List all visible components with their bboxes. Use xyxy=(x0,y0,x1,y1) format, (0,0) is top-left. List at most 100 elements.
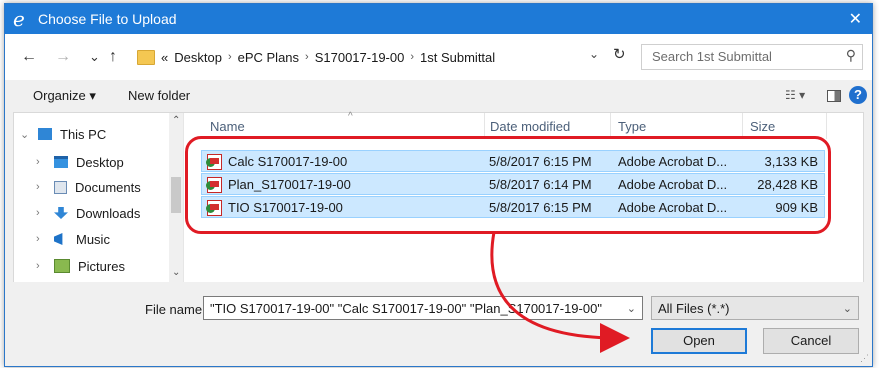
expand-chevron-icon[interactable]: › xyxy=(36,207,46,219)
breadcrumb-overflow[interactable]: « xyxy=(161,50,168,65)
nav-label: Downloads xyxy=(76,205,141,221)
column-header-type[interactable]: Type xyxy=(618,119,646,134)
organize-button[interactable]: Organize ▾ xyxy=(33,88,96,104)
file-name-field[interactable]: "TIO S170017-19-00" "Calc S170017-19-00"… xyxy=(203,296,643,320)
internet-explorer-icon: e xyxy=(13,7,25,31)
nav-item-desktop[interactable]: › Desktop xyxy=(36,151,124,173)
file-date: 5/8/2017 6:14 PM xyxy=(489,177,592,192)
pdf-file-icon xyxy=(206,200,222,216)
breadcrumb-desktop[interactable]: Desktop xyxy=(174,50,222,65)
nav-item-downloads[interactable]: › Downloads xyxy=(36,202,140,224)
nav-item-music[interactable]: › Music xyxy=(36,228,110,250)
column-divider[interactable] xyxy=(484,113,485,139)
nav-item-pictures[interactable]: › Pictures xyxy=(36,255,125,277)
up-arrow-icon[interactable]: ↑ xyxy=(109,48,117,66)
nav-label: Music xyxy=(76,231,110,247)
resize-grip-icon[interactable]: ⋰ xyxy=(860,353,869,364)
file-upload-dialog: e Choose File to Upload ✕ ← → ⌄ ↑ « Desk… xyxy=(4,3,873,367)
file-size: 28,428 KB xyxy=(757,177,818,192)
file-name: Plan_S170017-19-00 xyxy=(228,177,351,192)
scroll-down-icon[interactable]: ⌄ xyxy=(172,267,180,278)
new-folder-button[interactable]: New folder xyxy=(128,88,190,103)
chevron-down-icon[interactable]: ⌄ xyxy=(843,302,852,315)
window-title: Choose File to Upload xyxy=(38,11,177,27)
nav-label: This PC xyxy=(60,126,107,142)
pdf-file-icon xyxy=(206,154,222,170)
nav-item-this-pc[interactable]: ⌄ This PC xyxy=(20,123,106,145)
file-name-value: "TIO S170017-19-00" "Calc S170017-19-00"… xyxy=(210,301,602,316)
breadcrumb-1st-submittal[interactable]: 1st Submittal xyxy=(420,50,495,65)
nav-item-documents[interactable]: › Documents xyxy=(36,176,141,198)
sort-ascending-icon: ^ xyxy=(348,111,353,122)
address-bar: ← → ⌄ ↑ « Desktop › ePC Plans › S170017-… xyxy=(5,34,872,80)
pictures-icon xyxy=(54,259,70,273)
column-divider[interactable] xyxy=(610,113,611,139)
file-date: 5/8/2017 6:15 PM xyxy=(489,154,592,169)
file-type: Adobe Acrobat D... xyxy=(618,154,728,169)
music-icon xyxy=(54,233,63,245)
breadcrumb: « Desktop › ePC Plans › S170017-19-00 › … xyxy=(137,47,495,67)
navigation-pane: ⌄ This PC › Desktop › Documents › Downlo… xyxy=(14,113,184,283)
breadcrumb-epc-plans[interactable]: ePC Plans xyxy=(238,50,299,65)
collapse-chevron-icon[interactable]: ⌄ xyxy=(20,128,30,141)
filter-value: All Files (*.*) xyxy=(658,301,730,316)
file-size: 909 KB xyxy=(775,200,818,215)
file-size: 3,133 KB xyxy=(764,154,819,169)
column-header-size[interactable]: Size xyxy=(750,119,775,134)
recent-locations-icon[interactable]: ⌄ xyxy=(89,48,100,66)
cancel-button[interactable]: Cancel xyxy=(763,328,859,354)
expand-chevron-icon[interactable]: › xyxy=(36,260,46,272)
nav-label: Pictures xyxy=(78,258,125,274)
close-icon[interactable]: ✕ xyxy=(849,9,862,29)
search-icon[interactable]: ⚲ xyxy=(846,47,856,64)
address-dropdown-icon[interactable]: ⌄ xyxy=(589,47,599,61)
title-bar: e Choose File to Upload ✕ xyxy=(5,4,872,34)
pdf-file-icon xyxy=(206,177,222,193)
downloads-icon xyxy=(54,207,68,219)
scrollbar-thumb[interactable] xyxy=(171,177,181,213)
documents-icon xyxy=(54,180,67,194)
open-button[interactable]: Open xyxy=(651,328,747,354)
help-icon[interactable]: ? xyxy=(849,86,867,104)
desktop-icon xyxy=(54,156,68,168)
breadcrumb-separator-icon[interactable]: › xyxy=(228,51,232,63)
file-name: TIO S170017-19-00 xyxy=(228,200,343,215)
back-arrow-icon[interactable]: ← xyxy=(21,48,37,66)
computer-icon xyxy=(38,128,52,140)
file-type: Adobe Acrobat D... xyxy=(618,200,728,215)
file-row[interactable]: Calc S170017-19-00 5/8/2017 6:15 PM Adob… xyxy=(201,150,825,172)
expand-chevron-icon[interactable]: › xyxy=(36,156,46,168)
breadcrumb-separator-icon[interactable]: › xyxy=(410,51,414,63)
nav-label: Documents xyxy=(75,179,141,195)
file-row[interactable]: TIO S170017-19-00 5/8/2017 6:15 PM Adobe… xyxy=(201,196,825,218)
search-placeholder: Search 1st Submittal xyxy=(652,49,772,64)
scroll-up-icon[interactable]: ⌃ xyxy=(172,115,180,126)
search-input[interactable]: Search 1st Submittal ⚲ xyxy=(641,44,863,70)
change-view-icon[interactable]: ☷ ▾ xyxy=(785,88,805,102)
breadcrumb-separator-icon[interactable]: › xyxy=(305,51,309,63)
file-type-filter[interactable]: All Files (*.*) ⌄ xyxy=(651,296,859,320)
chevron-down-icon[interactable]: ⌄ xyxy=(627,302,636,315)
breadcrumb-project[interactable]: S170017-19-00 xyxy=(315,50,405,65)
expand-chevron-icon[interactable]: › xyxy=(36,233,46,245)
folder-icon xyxy=(137,49,155,65)
file-date: 5/8/2017 6:15 PM xyxy=(489,200,592,215)
command-toolbar: Organize ▾ New folder ☷ ▾ ? xyxy=(5,80,872,112)
column-header-name[interactable]: Name xyxy=(210,119,245,134)
dialog-footer: File name: "TIO S170017-19-00" "Calc S17… xyxy=(5,282,872,366)
browser-content: ⌄ This PC › Desktop › Documents › Downlo… xyxy=(13,111,864,284)
refresh-icon[interactable]: ↻ xyxy=(613,45,626,63)
file-type: Adobe Acrobat D... xyxy=(618,177,728,192)
forward-arrow-icon[interactable]: → xyxy=(55,48,71,66)
column-header-date[interactable]: Date modified xyxy=(490,119,570,134)
file-row[interactable]: Plan_S170017-19-00 5/8/2017 6:14 PM Adob… xyxy=(201,173,825,195)
column-divider[interactable] xyxy=(742,113,743,139)
file-name-label: File name: xyxy=(145,302,206,317)
nav-scrollbar[interactable]: ⌃ ⌄ xyxy=(169,113,183,283)
nav-label: Desktop xyxy=(76,154,124,170)
column-divider[interactable] xyxy=(826,113,827,139)
expand-chevron-icon[interactable]: › xyxy=(36,181,46,193)
preview-pane-icon[interactable] xyxy=(827,90,841,102)
file-name: Calc S170017-19-00 xyxy=(228,154,348,169)
file-list: ^ Name Date modified Type Size Calc S170… xyxy=(190,111,863,283)
